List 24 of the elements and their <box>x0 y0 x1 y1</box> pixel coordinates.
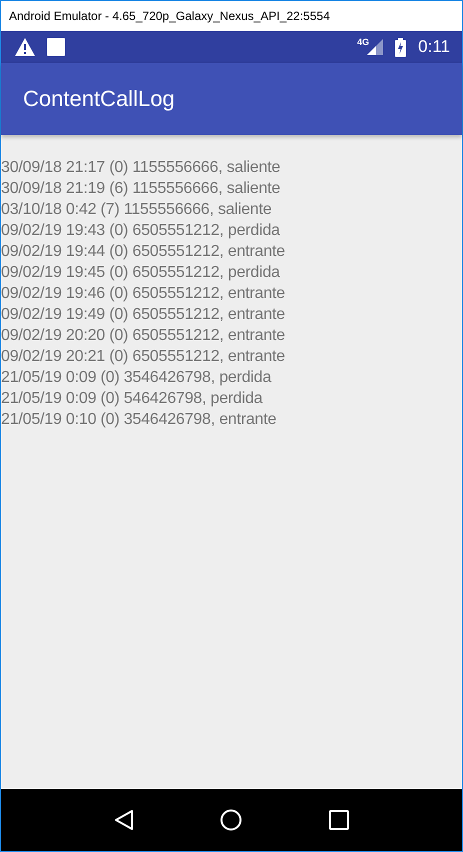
window-title: Android Emulator - 4.65_720p_Galaxy_Nexus_API_22:5554 <box>1 1 462 31</box>
network-label: 4G <box>357 37 370 47</box>
call-log-entry: 09/02/19 19:49 (0) 6505551212, entrante <box>1 305 286 325</box>
call-log-entry: 09/02/19 19:44 (0) 6505551212, entrante <box>1 242 286 262</box>
call-log-entry: 21/05/19 0:09 (0) 546426798, perdida <box>1 389 264 409</box>
recents-icon[interactable] <box>328 810 349 830</box>
clock-time: 0:11 <box>418 37 450 57</box>
call-log-entry: 09/02/19 20:20 (0) 6505551212, entrante <box>1 326 286 346</box>
square-icon <box>47 38 65 56</box>
signal-icon <box>367 39 384 55</box>
warning-icon <box>15 38 35 56</box>
call-log-entry: 09/02/19 19:43 (0) 6505551212, perdida <box>1 221 281 241</box>
call-log-entry: 03/10/18 0:42 (7) 1155556666, saliente <box>1 200 273 220</box>
app-title: ContentCallLog <box>23 86 175 112</box>
call-log-entry: 09/02/19 20:21 (0) 6505551212, entrante <box>1 347 286 367</box>
call-log-entry: 21/05/19 0:09 (0) 3546426798, perdida <box>1 368 272 388</box>
call-log-entry: 21/05/19 0:10 (0) 3546426798, entrante <box>1 410 278 430</box>
call-log-entry: 30/09/18 21:19 (6) 1155556666, saliente <box>1 179 282 199</box>
call-log-entry: 09/02/19 19:46 (0) 6505551212, entrante <box>1 284 286 304</box>
back-icon[interactable] <box>114 809 134 831</box>
call-log-entry: 30/09/18 21:17 (0) 1155556666, saliente <box>1 158 282 178</box>
battery-icon <box>395 38 406 56</box>
call-log-entry: 09/02/19 19:45 (0) 6505551212, perdida <box>1 263 281 283</box>
home-icon[interactable] <box>220 809 242 831</box>
